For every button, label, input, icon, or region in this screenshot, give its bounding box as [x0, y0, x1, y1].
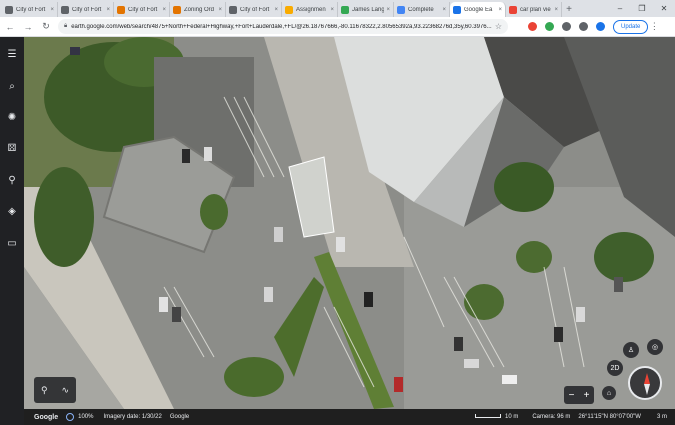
tab-title: Zoning Ord: [184, 6, 215, 13]
elevation: 3 m: [656, 414, 667, 420]
status-bar: Google 100% Imagery date: 1/30/22 Google…: [24, 409, 675, 425]
tab-close-icon[interactable]: ×: [386, 7, 390, 13]
tab-close-icon[interactable]: ×: [330, 7, 334, 13]
satellite-map-view[interactable]: ⚲ ∿ ♙ ◎ 2D − + ⌂: [24, 37, 675, 409]
feeling-lucky-icon[interactable]: ⚄: [0, 137, 24, 159]
forward-button[interactable]: →: [20, 19, 36, 35]
extension-icon[interactable]: [525, 20, 539, 34]
tab-close-icon[interactable]: ×: [162, 7, 166, 13]
earth-side-rail: ☰ ⌕ ✺ ⚄ ⚲ ◈ ▭: [0, 37, 24, 425]
new-tab-button[interactable]: +: [562, 2, 576, 17]
tab-strip: City of Fort × City of Fort × City of Fort × Z…: [0, 0, 675, 17]
url-text: earth.google.com/web/search/4875+North+F…: [71, 23, 492, 30]
close-window-button[interactable]: ✕: [653, 0, 675, 17]
compass-control[interactable]: [628, 366, 662, 400]
browser-tab[interactable]: Google Ea ×: [450, 2, 506, 17]
tab-title: car plan vie: [520, 6, 551, 13]
extension-icon[interactable]: [593, 20, 607, 34]
map-tools-panel: ⚲ ∿: [34, 377, 76, 403]
zoom-controls: − +: [564, 386, 594, 404]
tab-favicon-icon: [173, 5, 181, 14]
browser-tab[interactable]: Assignmen ×: [282, 2, 338, 17]
view-2d-button[interactable]: 2D: [607, 360, 623, 376]
imagery-date: Imagery date: 1/30/22: [103, 414, 162, 420]
lock-icon: 🔒︎: [64, 23, 68, 29]
tab-close-icon[interactable]: ×: [498, 7, 502, 13]
zoom-out-button[interactable]: −: [569, 390, 575, 401]
browser-tab[interactable]: City of Fort ×: [226, 2, 282, 17]
tab-close-icon[interactable]: ×: [274, 7, 278, 13]
loading-ring-icon: [66, 413, 75, 421]
layers-icon[interactable]: ◈: [0, 200, 24, 222]
tab-close-icon[interactable]: ×: [218, 7, 222, 13]
extension-icon[interactable]: [576, 20, 590, 34]
browser-tab[interactable]: Complete ×: [394, 2, 450, 17]
camera-altitude: Camera: 96 m: [532, 414, 571, 420]
voyager-icon[interactable]: ✺: [0, 106, 24, 128]
address-bar[interactable]: 🔒︎ earth.google.com/web/search/4875+Nort…: [58, 19, 508, 34]
browser-tab[interactable]: City of Fort ×: [114, 2, 170, 17]
extension-icon[interactable]: [559, 20, 573, 34]
browser-toolbar: ← → ↻ 🔒︎ earth.google.com/web/search/487…: [0, 17, 675, 37]
bookmark-star-icon[interactable]: ☆: [495, 22, 502, 31]
scale-bar: 10 m: [475, 414, 518, 420]
window-controls: – ❐ ✕: [609, 0, 675, 17]
tab-title: James Lang: [352, 6, 385, 13]
zoom-level: 100%: [78, 414, 94, 420]
tab-close-icon[interactable]: ×: [554, 7, 558, 13]
tab-favicon-icon: [5, 5, 13, 14]
zoom-in-button[interactable]: +: [584, 390, 590, 401]
more-menu-icon[interactable]: ⋮: [648, 21, 660, 32]
draw-line-icon[interactable]: ∿: [61, 385, 69, 396]
tab-favicon-icon: [61, 5, 69, 14]
tab-favicon-icon: [341, 5, 349, 14]
maximize-button[interactable]: ❐: [631, 0, 653, 17]
tab-favicon-icon: [509, 5, 517, 14]
tab-title: City of Fort: [240, 6, 270, 13]
data-credit[interactable]: Google: [170, 414, 189, 420]
compass-south-icon: [644, 384, 650, 395]
tab-title: Google Ea: [464, 6, 493, 13]
tab-title: City of Fort: [128, 6, 158, 13]
compass-north-icon: [644, 373, 650, 384]
minimize-button[interactable]: –: [609, 0, 631, 17]
place-pin-icon[interactable]: ⚲: [41, 385, 48, 396]
tab-title: City of Fort: [72, 6, 102, 13]
projects-icon[interactable]: ⚲: [0, 169, 24, 191]
tab-favicon-icon: [397, 5, 405, 14]
tab-close-icon[interactable]: ×: [106, 7, 110, 13]
tab-close-icon[interactable]: ×: [442, 7, 446, 13]
tab-close-icon[interactable]: ×: [50, 7, 54, 13]
tab-title: Assignmen: [296, 6, 326, 13]
browser-tab[interactable]: car plan vie ×: [506, 2, 562, 17]
tab-title: Complete: [408, 6, 434, 13]
browser-tab[interactable]: James Lang ×: [338, 2, 394, 17]
browser-window: City of Fort × City of Fort × City of Fort × Z…: [0, 0, 675, 425]
browser-tab[interactable]: City of Fort ×: [2, 2, 58, 17]
browser-tab[interactable]: City of Fort ×: [58, 2, 114, 17]
tab-favicon-icon: [285, 5, 293, 14]
measure-icon[interactable]: ▭: [0, 232, 24, 254]
reload-button[interactable]: ↻: [38, 19, 54, 35]
tab-favicon-icon: [229, 5, 237, 14]
pegman-icon[interactable]: ♙: [623, 342, 639, 358]
menu-icon[interactable]: ☰: [0, 43, 24, 65]
scale-line: [475, 414, 501, 418]
back-button[interactable]: ←: [2, 19, 18, 35]
tab-favicon-icon: [453, 5, 461, 14]
tilt-icon[interactable]: ⌂: [602, 386, 616, 400]
browser-tab[interactable]: Zoning Ord ×: [170, 2, 226, 17]
update-button[interactable]: Update: [613, 19, 649, 34]
tab-favicon-icon: [117, 5, 125, 14]
tab-title: City of Fort: [16, 6, 46, 13]
aerial-imagery: [24, 37, 675, 409]
my-location-icon[interactable]: ◎: [647, 339, 663, 355]
coordinates: 26°11'15"N 80°07'00"W: [578, 414, 641, 420]
extension-icon[interactable]: [542, 20, 556, 34]
google-logo: Google: [34, 413, 59, 421]
search-icon[interactable]: ⌕: [0, 75, 24, 97]
